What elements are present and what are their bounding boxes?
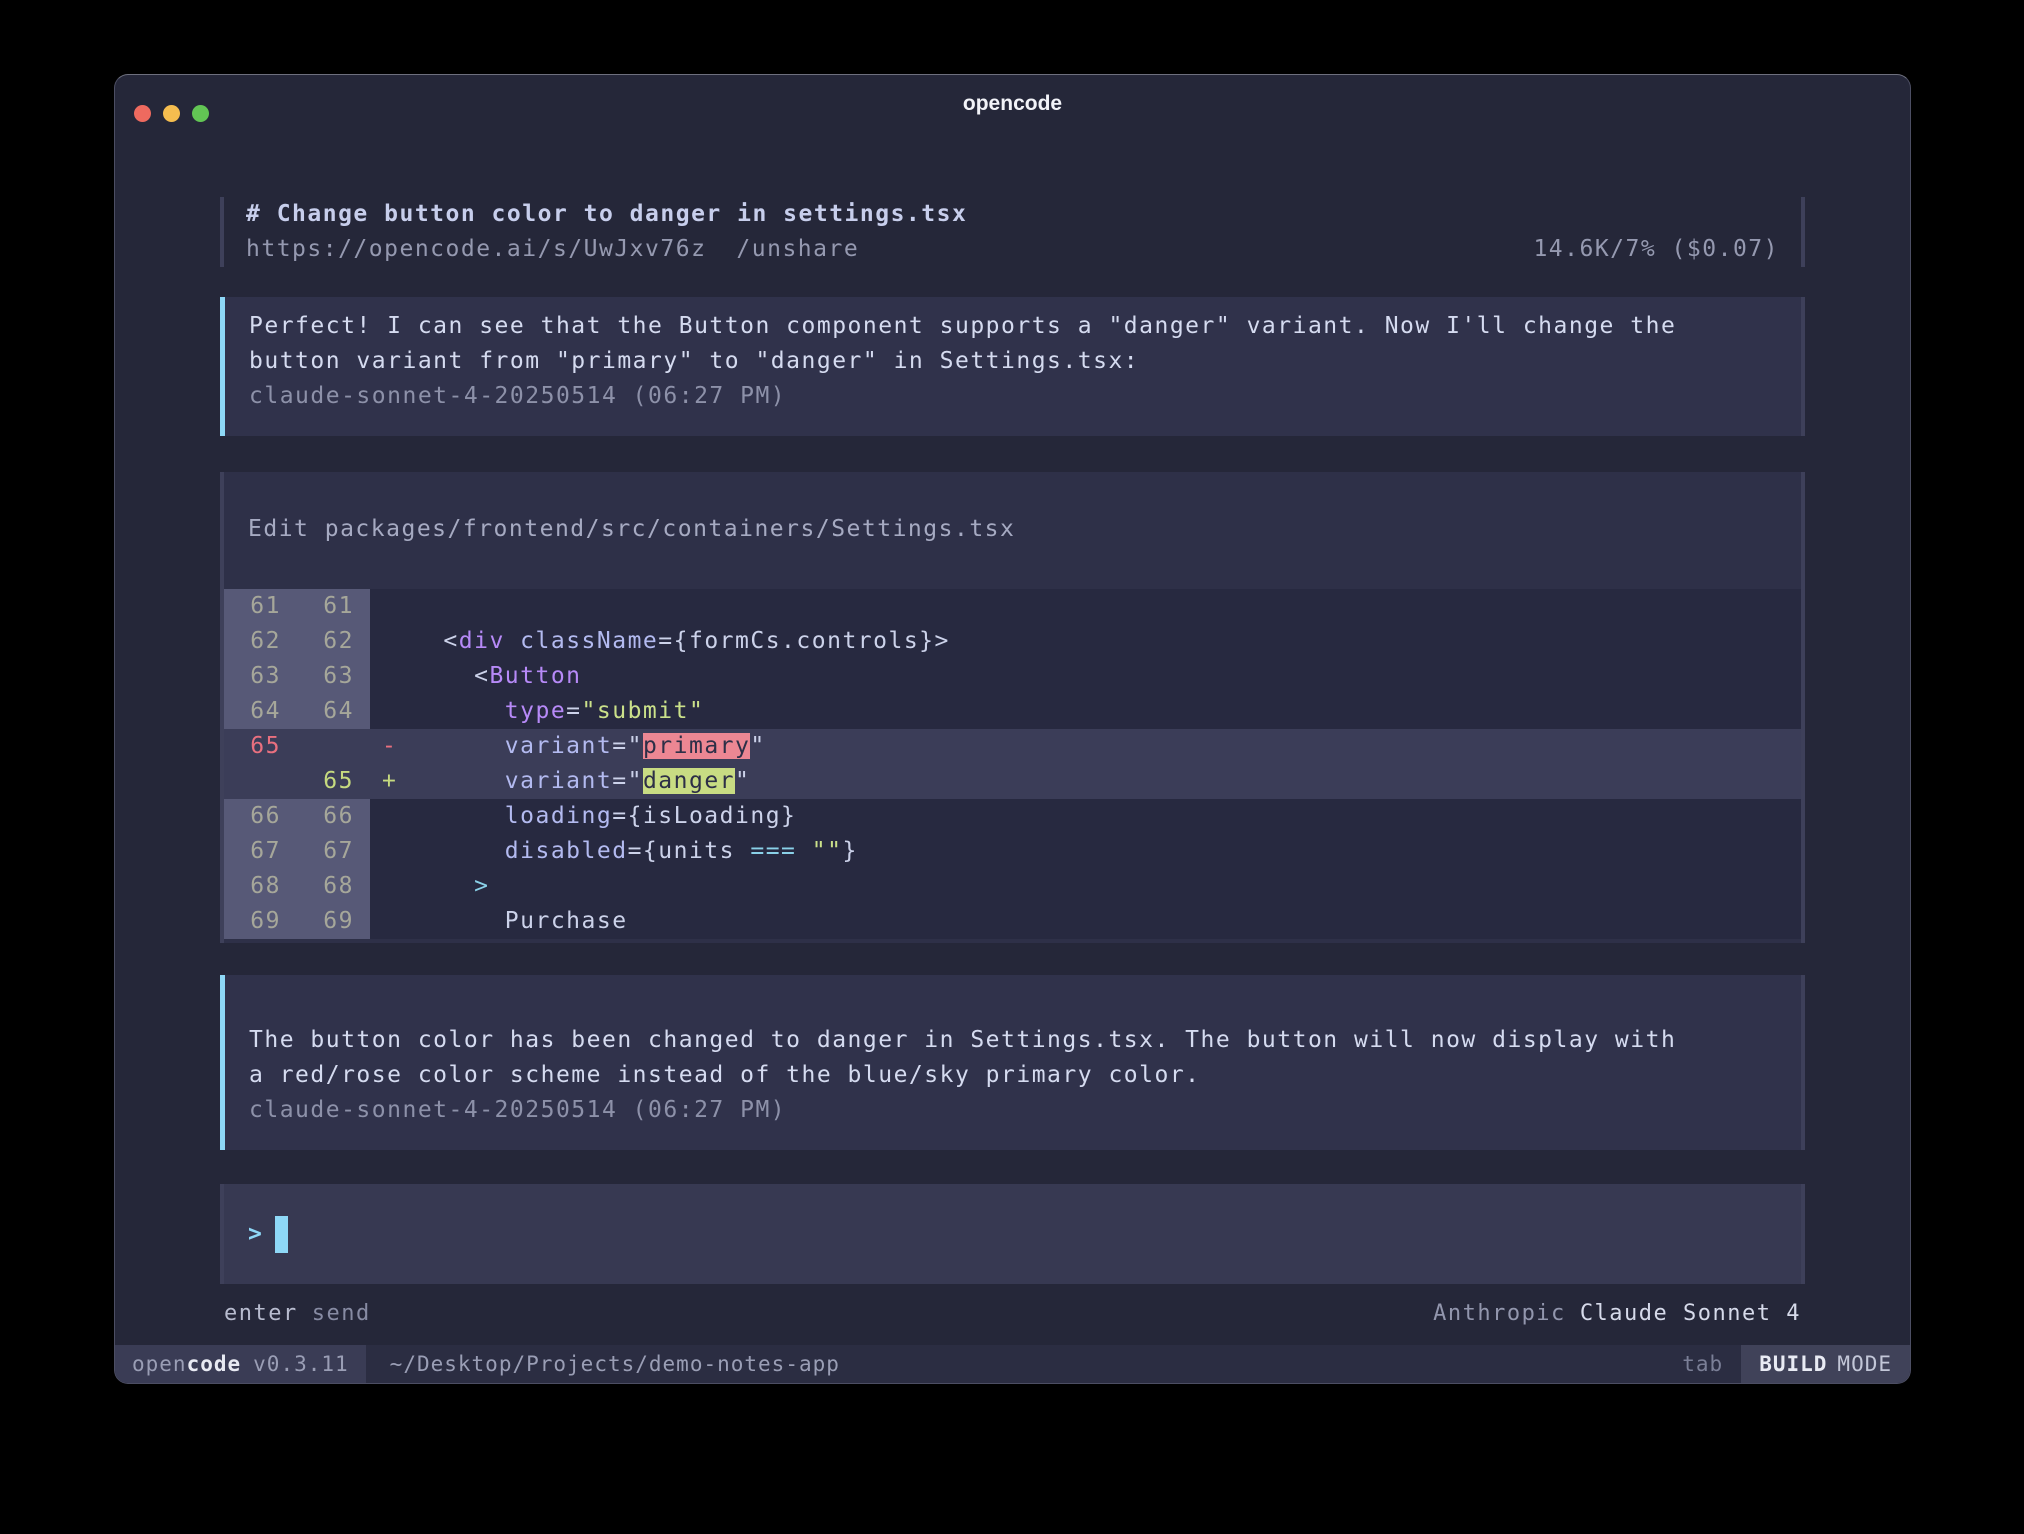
assistant-message: Perfect! I can see that the Button compo… bbox=[220, 297, 1805, 436]
provider-label: Anthropic bbox=[1433, 1301, 1566, 1326]
text-cursor bbox=[275, 1216, 288, 1253]
message-text: The button color has been changed to dan… bbox=[249, 1023, 1777, 1093]
model-label: Claude Sonnet 4 bbox=[1580, 1301, 1801, 1326]
mode-name: BUILD bbox=[1759, 1352, 1827, 1376]
model-indicator: Anthropic Claude Sonnet 4 bbox=[1433, 1296, 1801, 1331]
diff-row: 65- variant="primary" bbox=[224, 729, 1801, 764]
diff-row: 6767 disabled={units === ""} bbox=[224, 834, 1801, 869]
prompt-symbol: > bbox=[248, 1217, 263, 1252]
tab-key-hint: tab bbox=[1682, 1345, 1723, 1383]
prompt-input[interactable]: > bbox=[220, 1184, 1805, 1284]
diff-rows: 61616262 <div className={formCs.controls… bbox=[224, 589, 1801, 939]
working-directory: ~/Desktop/Projects/demo-notes-app bbox=[390, 1345, 840, 1383]
assistant-message: The button color has been changed to dan… bbox=[220, 975, 1805, 1150]
diff-row: 6262 <div className={formCs.controls}> bbox=[224, 624, 1801, 659]
titlebar: opencode bbox=[115, 75, 1910, 133]
window-title: opencode bbox=[115, 75, 1910, 133]
diff-row: 6969 Purchase bbox=[224, 904, 1801, 939]
diff-row: 65+ variant="danger" bbox=[224, 764, 1801, 799]
session-header: # Change button color to danger in setti… bbox=[220, 197, 1805, 267]
diff-row: 6363 <Button bbox=[224, 659, 1801, 694]
diff-row: 6666 loading={isLoading} bbox=[224, 799, 1801, 834]
send-hint-key: enter bbox=[224, 1301, 298, 1326]
send-hint: enter send bbox=[224, 1296, 371, 1331]
message-text: Perfect! I can see that the Button compo… bbox=[249, 309, 1777, 379]
session-title: # Change button color to danger in setti… bbox=[246, 197, 1779, 232]
opencode-window: opencode # Change button color to danger… bbox=[114, 74, 1911, 1384]
mode-indicator[interactable]: BUILD MODE bbox=[1741, 1345, 1910, 1383]
app-name: opencode bbox=[132, 1352, 241, 1376]
app-version: v0.3.11 bbox=[253, 1352, 349, 1376]
context-usage: 14.6K/7% ($0.07) bbox=[1533, 232, 1779, 267]
message-meta: claude-sonnet-4-20250514 (06:27 PM) bbox=[249, 1093, 1777, 1128]
diff-row: 6161 bbox=[224, 589, 1801, 624]
message-meta: claude-sonnet-4-20250514 (06:27 PM) bbox=[249, 379, 1777, 414]
app-version-segment: opencode v0.3.11 bbox=[115, 1345, 366, 1383]
diff-row: 6868 > bbox=[224, 869, 1801, 904]
edit-tool-block: Edit packages/frontend/src/containers/Se… bbox=[220, 472, 1805, 943]
edit-tool-title: Edit packages/frontend/src/containers/Se… bbox=[224, 472, 1801, 589]
send-hint-label: send bbox=[312, 1301, 371, 1326]
share-url[interactable]: https://opencode.ai/s/UwJxv76z bbox=[246, 236, 706, 262]
mode-suffix: MODE bbox=[1837, 1352, 1892, 1376]
status-bar: opencode v0.3.11 ~/Desktop/Projects/demo-… bbox=[115, 1345, 1910, 1383]
diff-row: 6464 type="submit" bbox=[224, 694, 1801, 729]
hints-row: enter send Anthropic Claude Sonnet 4 bbox=[220, 1296, 1805, 1331]
unshare-command[interactable]: /unshare bbox=[736, 236, 859, 262]
